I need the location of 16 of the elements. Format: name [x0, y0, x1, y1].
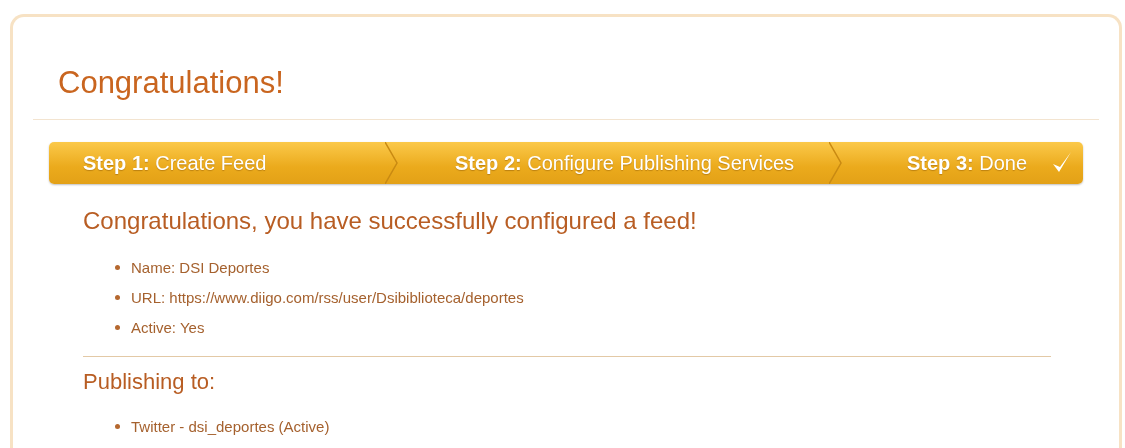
- step-separator-icon: [829, 142, 843, 184]
- feed-detail: Active: Yes: [131, 318, 205, 336]
- section-heading: Publishing to:: [83, 368, 217, 396]
- step-label: Step 3: Done: [907, 151, 1028, 175]
- success-message: Congratulations, you have successfully configured a feed!: [83, 206, 698, 236]
- step-label: Step 1: Create Feed: [83, 151, 267, 175]
- step-label: Step 2: Configure Publishing Services: [455, 151, 795, 175]
- bullet-icon: [115, 324, 120, 330]
- service-item: Twitter - dsi_deportes (Active): [131, 417, 330, 435]
- bullet-icon: [115, 294, 120, 300]
- bullet-icon: [115, 264, 120, 270]
- step-separator-icon: [385, 142, 399, 184]
- feed-detail: URL: https://www.diigo.com/rss/user/Dsibiblioteca/deportes: [131, 288, 524, 306]
- bullet-icon: [115, 423, 120, 429]
- page-title: Congratulations!: [57, 64, 285, 102]
- feed-detail: Name: DSI Deportes: [131, 258, 270, 276]
